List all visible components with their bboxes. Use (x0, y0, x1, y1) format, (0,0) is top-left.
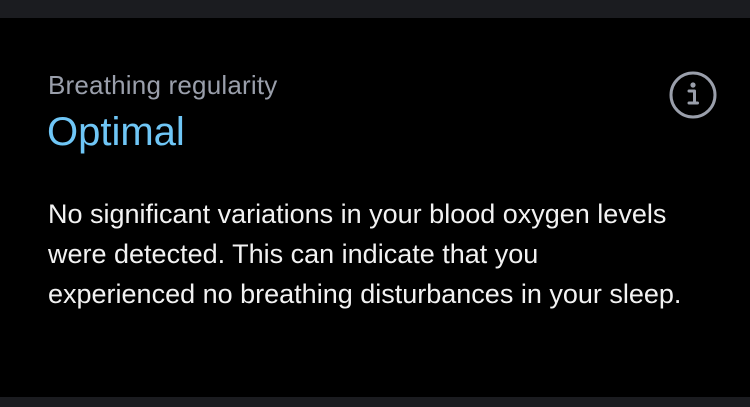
card-label: Breathing regularity (48, 70, 278, 100)
info-button[interactable] (668, 70, 718, 120)
description-text: No significant variations in your blood … (48, 199, 682, 309)
breathing-regularity-card: Breathing regularity Optimal No signific… (0, 18, 750, 397)
info-icon (669, 71, 717, 119)
bottom-divider (0, 397, 750, 407)
status-value: Optimal (47, 110, 185, 154)
